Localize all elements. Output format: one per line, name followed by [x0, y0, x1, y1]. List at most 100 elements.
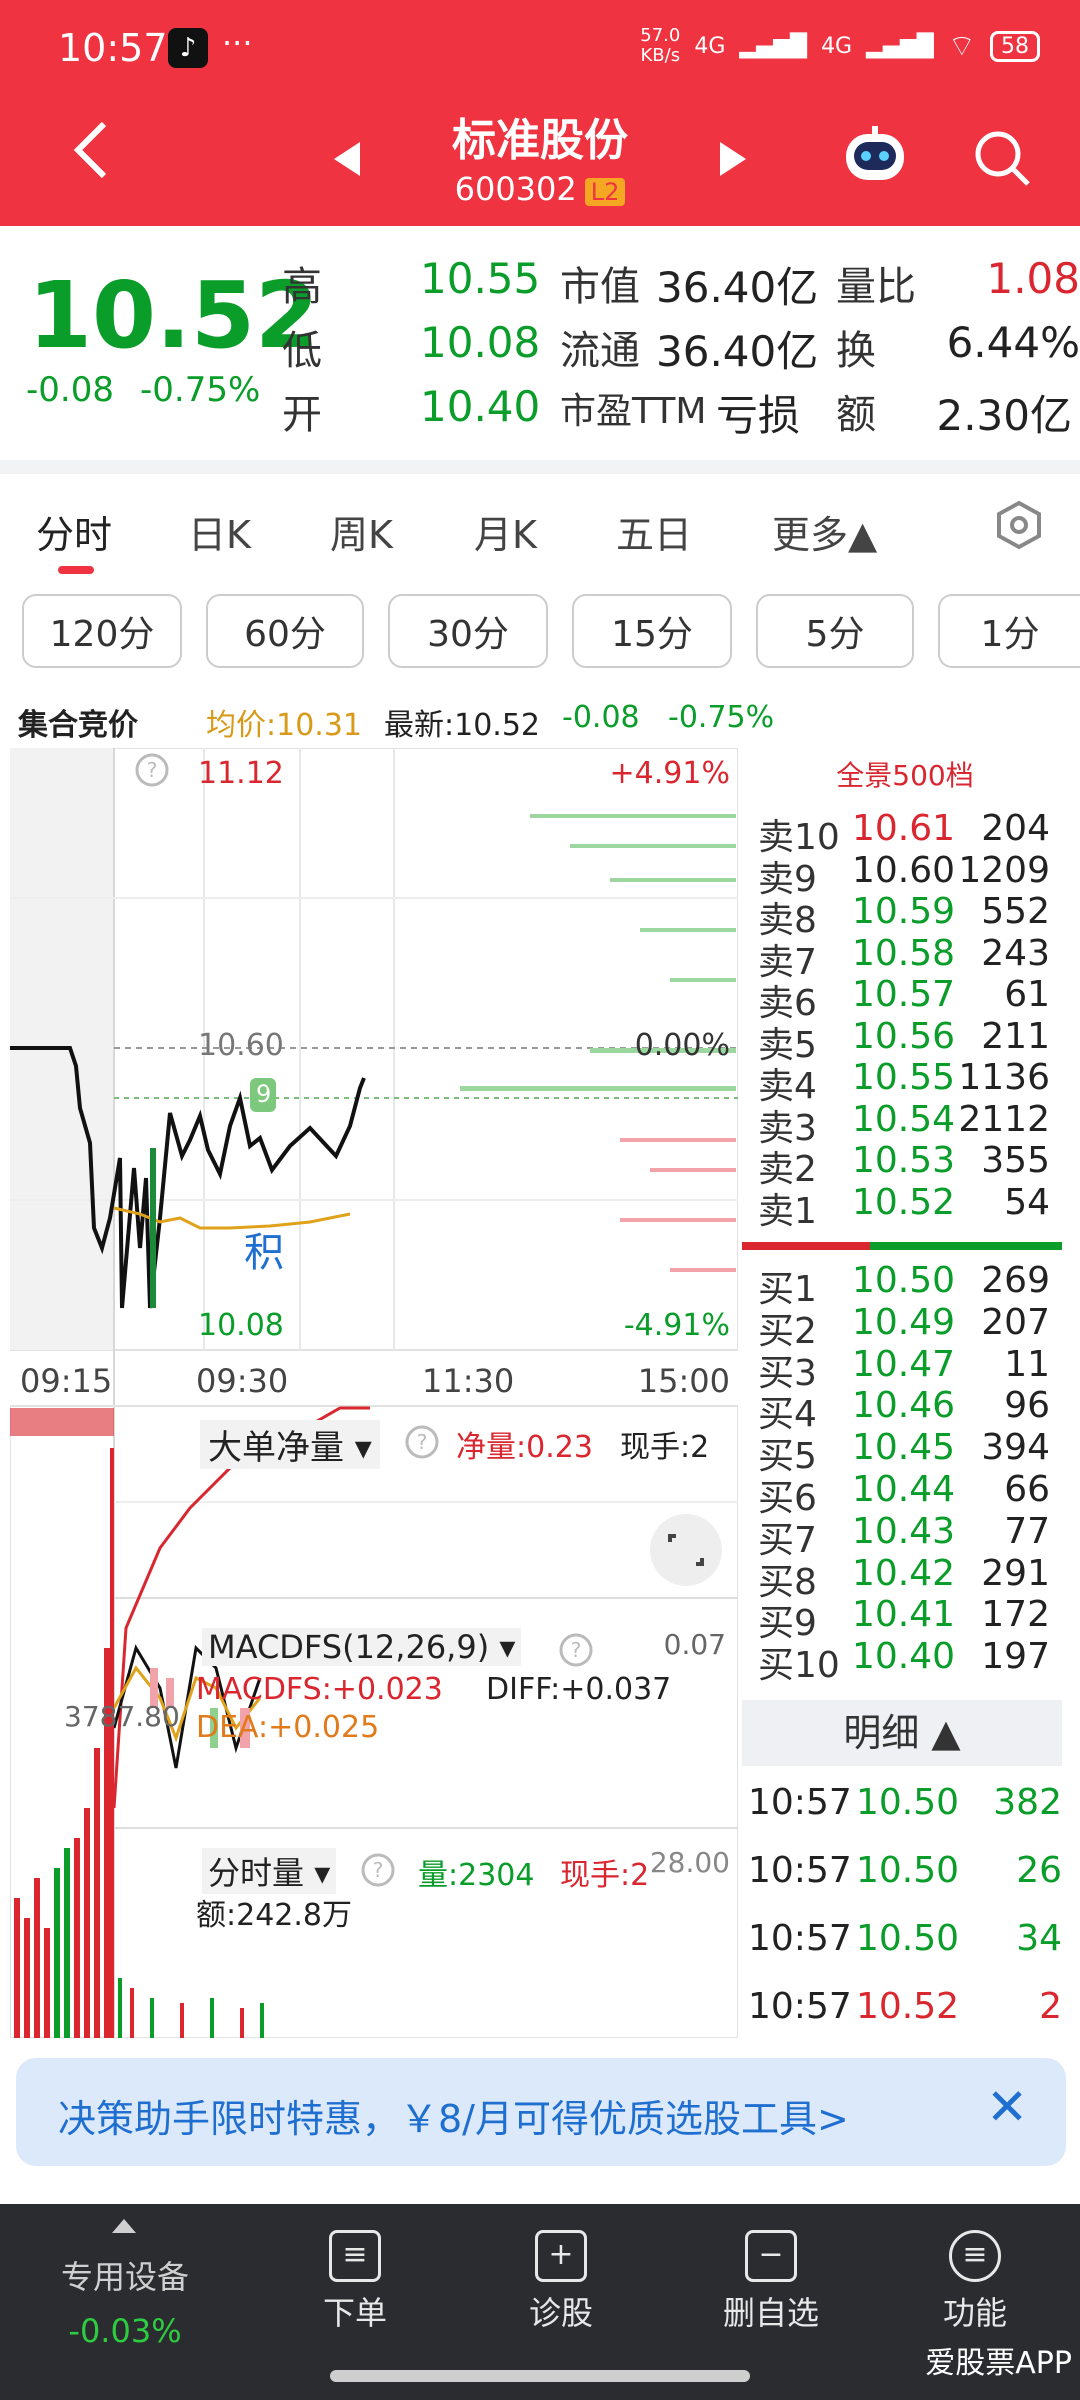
sell-price: 10.61 — [852, 808, 956, 849]
trade-time: 10:57 — [748, 1986, 852, 2027]
sell-row[interactable]: 卖5 10.56 211 — [740, 1015, 1070, 1066]
tab-intraday[interactable]: 分时 — [36, 504, 112, 559]
promo-banner[interactable]: 决策助手限时特惠，￥8/月可得优质选股工具> ✕ — [16, 2058, 1066, 2166]
macdfs-value: MACDFS:+0.023 — [196, 1672, 443, 1707]
sell-volume: 1136 — [958, 1057, 1050, 1098]
buy-price: 10.42 — [852, 1552, 956, 1594]
signal-4g-b: 4G — [821, 33, 853, 59]
chart-bottom-pct: -4.91% — [623, 1308, 730, 1343]
period-30m[interactable]: 30分 — [388, 594, 548, 668]
help-icon-2[interactable]: ? — [404, 1424, 440, 1464]
period-5m[interactable]: 5分 — [756, 594, 914, 668]
battery-icon: 58 — [990, 30, 1040, 62]
sell-row[interactable]: 卖8 10.59 552 — [740, 891, 1070, 941]
chart-jiji-label: 积 — [244, 1230, 284, 1276]
promo-text[interactable]: 决策助手限时特惠，￥8/月可得优质选股工具> — [58, 2088, 849, 2143]
home-indicator[interactable] — [330, 2370, 750, 2382]
order-book-title[interactable]: 全景500档 — [740, 754, 1070, 794]
buy-price: 10.46 — [852, 1385, 956, 1427]
sell-row[interactable]: 卖3 10.54 2112 — [740, 1098, 1070, 1149]
help-icon-3[interactable]: ? — [558, 1632, 594, 1672]
help-icon-4[interactable]: ? — [360, 1852, 396, 1892]
help-icon[interactable]: ? — [134, 752, 170, 792]
trade-time: 10:57 — [748, 1850, 852, 1891]
tab-daily-k[interactable]: 日K — [188, 504, 251, 559]
sell-volume: 61 — [1004, 974, 1050, 1015]
trade-row: 10:57 10.50 382 — [748, 1782, 1068, 1823]
sell-row[interactable]: 卖4 10.55 1136 — [740, 1057, 1070, 1107]
close-icon[interactable]: ✕ — [986, 2078, 1028, 2136]
sell-price: 10.53 — [852, 1140, 956, 1181]
period-15m[interactable]: 15分 — [572, 594, 732, 668]
buy-price: 10.40 — [852, 1636, 956, 1678]
buy-row[interactable]: 买3 10.47 11 — [740, 1344, 1070, 1394]
diagnose-button[interactable]: + 诊股 — [506, 2230, 616, 2334]
trade-price: 10.50 — [856, 1918, 960, 1959]
latest-change-pct: -0.75% — [668, 700, 775, 735]
buy-row[interactable]: 买9 10.41 172 — [740, 1594, 1070, 1644]
svg-text:?: ? — [373, 1858, 384, 1882]
chart-top-price: 11.12 — [198, 756, 284, 791]
vol-ratio-label: 量比 — [836, 264, 916, 310]
order-icon: ≡ — [329, 2230, 381, 2282]
auction-label: 集合竞价 — [18, 708, 138, 743]
period-60m[interactable]: 60分 — [206, 594, 364, 668]
trade-detail-header[interactable]: 明细 ▲ — [742, 1700, 1062, 1766]
sell-row[interactable]: 卖7 10.58 243 — [740, 933, 1070, 983]
intraday-chart[interactable]: ? 11.12 +4.91% 10.60 0.00% 10.08 -4.91% … — [9, 747, 739, 2039]
buy-row[interactable]: 买2 10.49 207 — [740, 1301, 1070, 1352]
fullscreen-icon[interactable] — [650, 1514, 722, 1586]
big-order-selector[interactable]: 大单净量 ▾ — [200, 1420, 380, 1469]
signal-icon-2: ▂▄▆█ — [866, 33, 934, 59]
period-120m[interactable]: 120分 — [22, 594, 182, 668]
amount-value: 2.30亿 — [936, 391, 1072, 440]
latest-price: 最新:10.52 — [384, 708, 540, 743]
buy-row[interactable]: 买7 10.43 77 — [740, 1511, 1070, 1561]
volume-selector[interactable]: 分时量 ▾ — [202, 1848, 337, 1894]
remove-watchlist-button[interactable]: − 删自选 — [706, 2230, 836, 2334]
sell-row[interactable]: 卖6 10.57 61 — [740, 974, 1070, 1024]
sell-row[interactable]: 卖2 10.53 355 — [740, 1140, 1070, 1190]
sell-row[interactable]: 卖9 10.60 1209 — [740, 850, 1070, 900]
buy-row[interactable]: 买10 10.40 197 — [740, 1636, 1070, 1686]
buy-row[interactable]: 买8 10.42 291 — [740, 1552, 1070, 1603]
trade-volume: 382 — [993, 1782, 1062, 1823]
buy-row[interactable]: 买6 10.44 66 — [740, 1469, 1070, 1519]
big-order-value: 3787.80 — [64, 1700, 180, 1733]
function-button[interactable]: ≡ 功能 — [920, 2230, 1030, 2334]
buy-row[interactable]: 买5 10.45 394 — [740, 1427, 1070, 1477]
buy-row[interactable]: 买4 10.46 96 — [740, 1385, 1070, 1435]
chart-bottom-price: 10.08 — [198, 1308, 284, 1343]
settings-hex-icon[interactable] — [996, 500, 1042, 554]
sell-row[interactable]: 卖10 10.61 204 — [740, 808, 1070, 858]
minus-icon: − — [745, 2230, 797, 2282]
order-button[interactable]: ≡ 下单 — [300, 2230, 410, 2334]
tab-more[interactable]: 更多▲ — [772, 504, 877, 559]
tab-five-day[interactable]: 五日 — [616, 504, 692, 559]
sell-price: 10.56 — [852, 1015, 956, 1057]
robot-assistant-icon[interactable] — [842, 126, 908, 190]
sell-price: 10.54 — [852, 1098, 956, 1140]
now-hand: 现手:2 — [620, 1430, 710, 1465]
expand-up-icon[interactable] — [112, 2218, 136, 2237]
trade-volume: 2 — [1039, 1986, 1062, 2027]
sell-row[interactable]: 卖1 10.52 54 — [740, 1181, 1070, 1232]
macd-selector[interactable]: MACDFS(12,26,9) ▾ — [202, 1628, 522, 1666]
search-icon[interactable] — [972, 128, 1032, 192]
time-1130: 11:30 — [422, 1362, 515, 1400]
avg-price: 均价:10.31 — [206, 708, 362, 743]
tab-monthly-k[interactable]: 月K — [474, 504, 537, 559]
buy-volume: 96 — [1004, 1385, 1050, 1427]
price-change-pct: -0.75% — [140, 370, 261, 410]
period-1m[interactable]: 1分 — [938, 594, 1080, 668]
tiktok-icon: ♪ — [168, 28, 208, 68]
float-value: 36.40亿 — [656, 327, 819, 376]
mcap-label: 市值 — [560, 264, 640, 310]
stock-name: 标准股份 — [452, 115, 628, 166]
tab-weekly-k[interactable]: 周K — [330, 504, 393, 559]
sell-price: 10.52 — [852, 1181, 956, 1223]
sector-name[interactable]: 专用设备 -0.03% — [40, 2252, 210, 2350]
wifi-icon: ⌔ — [947, 29, 976, 64]
buy-price: 10.49 — [852, 1301, 956, 1343]
buy-row[interactable]: 买1 10.50 269 — [740, 1260, 1070, 1310]
